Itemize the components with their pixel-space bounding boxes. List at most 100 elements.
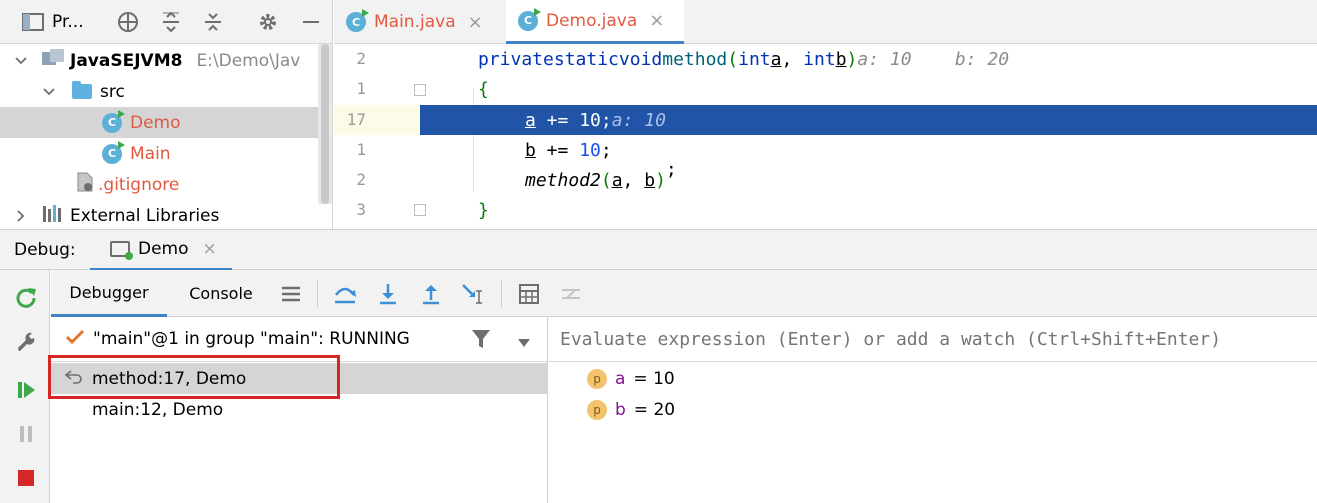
inline-value-hint: a: 10 b: 20 [857,48,1010,70]
paren: ) [655,169,666,191]
brace: { [478,78,489,100]
variable-value: = 20 [633,399,676,420]
step-out-icon[interactable] [417,280,445,308]
code-line[interactable]: private static void method(int a, int b)… [420,44,1317,74]
resume-icon[interactable] [13,377,39,403]
debug-label: Debug: [14,240,76,260]
tree-item-demo[interactable]: C Demo [0,107,318,138]
minimize-icon[interactable] [297,8,325,36]
tree-item-project[interactable]: JavaSEJVM8 E:\Demo\Jav [0,45,318,76]
operator: += [535,139,580,161]
project-scrollbar[interactable] [318,44,332,204]
code-line[interactable]: { [420,74,1317,104]
locate-icon[interactable] [114,8,142,36]
param: b [835,48,847,70]
close-icon[interactable]: × [203,239,217,259]
evaluate-expression-input[interactable] [549,317,1317,362]
semicolon: ; [600,109,612,131]
scrollbar-thumb[interactable] [321,44,329,204]
run-config-tab-demo[interactable]: Demo × [90,230,232,271]
code-line[interactable]: b += 10; [420,135,1317,165]
variable-row-b[interactable]: p b = 20 [587,394,675,425]
variable-row-a[interactable]: p a = 10 [587,363,675,394]
var: a [525,109,536,131]
semicolon: ; [600,139,612,161]
method-call: method2 [525,169,601,191]
tab-console[interactable]: Console [173,270,269,317]
tab-debugger[interactable]: Debugger [51,270,167,317]
filter-icon[interactable] [471,329,491,354]
operator: += [535,109,580,131]
frames-panel: "main"@1 in group "main": RUNNING method… [48,317,548,503]
chevron-down-icon[interactable] [42,85,56,99]
java-class-icon: C [346,9,369,32]
line-number: 1 [356,140,366,159]
line-number: 1 [356,79,366,98]
evaluate-expression-icon[interactable] [515,280,543,308]
debug-tool-window-header: Debug: Demo × [0,229,1317,271]
variable-name: b [615,399,626,420]
collapse-all-icon[interactable] [199,8,227,36]
ignore-file-icon [76,172,94,197]
debugger-toolbar: Debugger Console [51,270,1317,317]
line-number: 3 [356,200,366,219]
source-folder-icon [72,81,92,99]
pause-icon[interactable] [13,421,39,447]
tab-demo-java[interactable]: C Demo.java × [506,0,684,44]
inline-value-hint: a: 10 [611,109,666,131]
paren: ( [600,169,612,191]
java-class-icon: C [102,140,125,164]
line-gutter[interactable]: 2 1 17 1 2 3 [334,44,426,229]
close-icon[interactable]: × [468,12,483,33]
line-number: 2 [356,49,366,68]
step-into-icon[interactable] [374,280,402,308]
project-title: Pr... [52,12,84,32]
keyword: int [803,48,836,70]
code-line[interactable]: method2(a, b); [420,159,1317,195]
keyword: private [478,48,554,70]
library-icon [42,204,64,227]
layout-menu-icon[interactable] [277,280,305,308]
chevron-down-icon[interactable] [517,333,531,353]
gear-icon[interactable] [254,8,282,36]
tree-label: src [100,81,125,102]
line-number: 2 [356,170,366,189]
trace-stream-icon[interactable] [557,280,585,308]
project-view-selector[interactable]: Pr... [22,8,92,36]
code-line[interactable]: } [420,195,1317,225]
project-panel: Pr... JavaSEJVM8 E:\Demo\Jav src C Demo … [0,0,333,229]
thread-label: "main"@1 in group "main": RUNNING [93,329,410,349]
step-over-icon[interactable] [331,280,359,308]
tree-label: .gitignore [98,174,180,195]
close-icon[interactable]: × [649,10,664,31]
paren: ( [727,48,739,70]
run-to-cursor-icon[interactable] [459,280,487,308]
tab-main-java[interactable]: C Main.java × [334,0,496,44]
var: b [525,139,536,161]
brace: } [478,199,489,221]
number: 10 [579,109,601,131]
chevron-right-icon[interactable] [14,209,28,223]
variables-panel: p a = 10 p b = 20 [549,317,1317,503]
wrench-icon[interactable] [13,327,39,353]
execution-point-line[interactable]: a += 10; a: 10 [420,105,1317,135]
tab-label: Main.java [374,12,456,32]
keyword: void [618,48,663,70]
keyword: int [738,48,771,70]
chevron-down-icon[interactable] [14,54,28,68]
code-editor: C Main.java × C Demo.java × 2 1 17 1 2 3… [334,0,1317,229]
rerun-icon[interactable] [13,284,39,310]
tree-item-external-libraries[interactable]: External Libraries [0,200,318,229]
debug-side-toolbar [0,270,50,503]
parameter-icon: p [587,368,607,389]
line-number: 17 [346,110,366,129]
tree-item-main[interactable]: C Main [0,138,318,169]
tree-label: Main [130,143,171,164]
tree-item-src[interactable]: src [0,76,318,107]
module-icon [42,49,64,72]
var: a [611,169,623,191]
java-class-icon: C [102,109,125,133]
tree-item-gitignore[interactable]: .gitignore [0,169,318,200]
expand-all-icon[interactable] [157,8,185,36]
stop-icon[interactable] [13,465,39,491]
